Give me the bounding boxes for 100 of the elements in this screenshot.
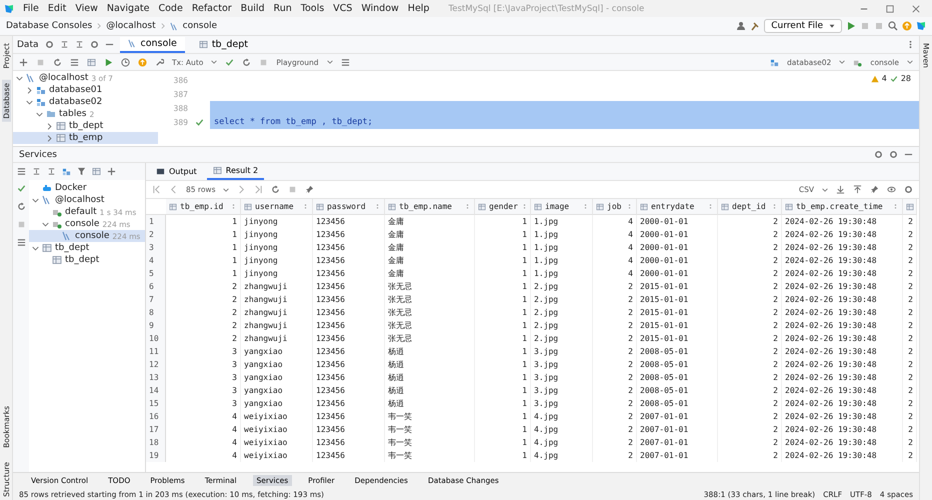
wrench-icon[interactable] [155,58,164,66]
user-icon[interactable] [736,21,746,31]
target-icon[interactable] [44,40,54,49]
list-icon[interactable] [16,238,26,247]
history-icon[interactable] [121,58,130,66]
chevron-down-icon[interactable] [42,220,48,228]
list-icon[interactable] [340,58,350,66]
sort-icon[interactable] [302,203,309,210]
rollback-icon[interactable] [16,202,26,211]
tree-item[interactable]: Docker [29,182,145,194]
hammer-icon[interactable] [750,21,760,31]
tree-item[interactable]: database02 [13,96,158,108]
table-cell: 4 [166,410,241,423]
table-cell: 123456 [313,397,385,410]
chevron-down-icon[interactable] [32,196,38,204]
menu-item[interactable]: View [75,3,98,14]
tree-item[interactable]: tb_dept [29,242,145,254]
column-header[interactable]: dept_id [718,199,782,215]
column-header[interactable]: username [241,199,313,215]
editor-tab[interactable]: console [120,36,185,52]
column-header[interactable] [903,199,917,215]
menu-item[interactable]: Window [361,3,399,14]
column-header[interactable]: tb_emp.id [166,199,241,215]
last-page-icon[interactable] [254,185,264,194]
column-header[interactable]: password [313,199,385,215]
app-logo-icon[interactable] [916,21,926,31]
chevron-down-icon[interactable] [223,186,230,192]
result-tab[interactable]: Result 2 [206,164,264,180]
tree-item[interactable]: @localhost [29,194,145,206]
column-header[interactable]: gender [475,199,531,215]
table-cell: 2 [718,215,782,228]
filter-icon[interactable] [77,167,86,176]
first-page-icon[interactable] [152,185,161,194]
menu-item[interactable]: Code [158,3,183,14]
maximize-icon[interactable] [886,4,894,12]
menu-item[interactable]: Navigate [106,3,150,14]
refresh-icon[interactable] [271,185,280,194]
table-cell: 123456 [313,319,385,332]
download-icon[interactable] [836,185,845,194]
table-icon[interactable] [87,58,96,66]
tree-item[interactable]: tb_dept [29,254,145,266]
sort-icon[interactable] [582,203,589,210]
menu-item[interactable]: File [23,3,39,14]
breadcrumb-item[interactable]: @localhost [106,21,156,31]
rollback-icon[interactable] [242,58,252,66]
table-icon [42,243,52,253]
table-cell: 123456 [313,228,385,241]
commit-icon[interactable] [16,184,26,193]
sort-icon[interactable] [707,203,714,210]
search-icon[interactable] [888,21,898,31]
breadcrumb-item[interactable]: Database Consoles [6,21,92,31]
tree-item[interactable]: database01 [13,84,158,96]
breadcrumb-item[interactable]: console [182,21,218,31]
target-icon[interactable] [874,150,883,159]
ok-count[interactable]: 28 [900,74,911,83]
chevron-down-icon[interactable] [822,186,828,192]
pin-icon[interactable] [305,185,314,194]
chevron-down-icon[interactable] [32,244,38,252]
chevron-down-icon[interactable] [907,59,913,65]
chevron-down-icon[interactable] [326,59,333,65]
add-icon[interactable] [19,58,28,66]
chevron-down-icon[interactable] [211,59,218,65]
run-configuration-dropdown[interactable]: Current File [764,19,842,33]
tree-item[interactable]: tb_dept [13,120,158,132]
table-cell: zhangwuji [241,293,313,306]
commit-icon[interactable] [225,58,234,66]
chevron-right-icon [160,23,166,29]
chevron-down-icon[interactable] [839,59,846,65]
column-header[interactable]: entrydate [637,199,718,215]
menu-item[interactable]: Refactor [192,3,232,14]
chevron-right-icon[interactable] [26,86,32,94]
table-cell: 韦一笑 [385,410,475,423]
sort-icon[interactable] [230,203,237,210]
result-tab[interactable]: Output [150,164,203,180]
menu-item[interactable]: Help [408,3,430,14]
menu-item[interactable]: VCS [333,3,352,14]
column-header[interactable]: image [531,199,593,215]
sort-icon[interactable] [771,203,778,210]
editor-tab[interactable]: tb_dept [190,36,256,52]
sort-icon[interactable] [892,203,899,210]
sort-icon[interactable] [626,203,633,210]
run-icon[interactable] [104,58,113,66]
sort-icon[interactable] [464,203,471,210]
column-header[interactable]: job [593,199,637,215]
menu-item[interactable]: Build [240,3,265,14]
menu-item[interactable]: Run [274,3,292,14]
chevron-down-icon[interactable] [16,74,22,82]
run-icon[interactable] [846,21,856,31]
warning-count[interactable]: 4 [882,74,887,83]
menu-item[interactable]: Tools [300,3,324,14]
eye-icon[interactable] [887,185,896,194]
refresh-icon[interactable] [53,58,62,66]
column-header[interactable]: tb_emp.name [385,199,475,215]
menu-item[interactable]: Edit [48,3,66,14]
upload-icon[interactable] [853,185,862,194]
sort-icon[interactable] [374,203,381,210]
column-header[interactable]: tb_emp.create_time [782,199,903,215]
add-icon[interactable] [107,167,116,176]
close-icon[interactable] [912,4,920,12]
tree-item[interactable]: tb_emp [13,132,158,144]
